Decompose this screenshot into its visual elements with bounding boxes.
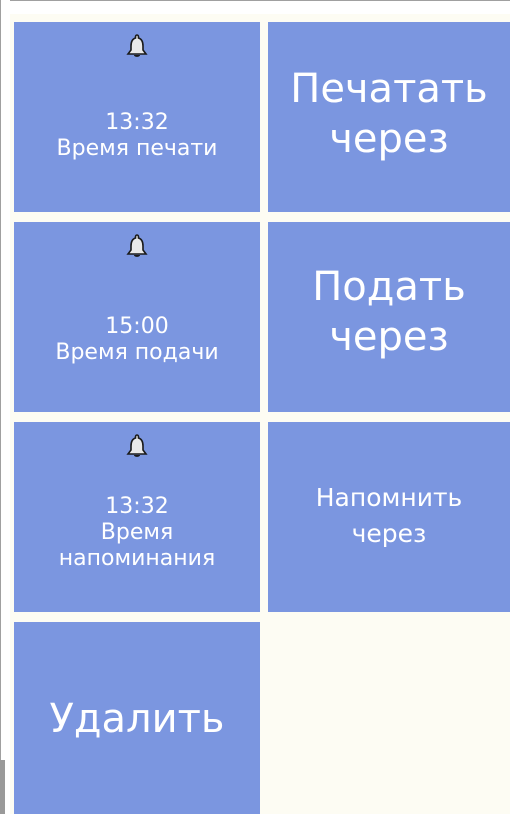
window-left-border <box>0 0 10 814</box>
bell-icon <box>126 434 148 457</box>
remind-time-label-line1: Время <box>100 520 174 545</box>
print-after-label-line2: через <box>329 116 449 162</box>
print-after-button[interactable]: Печатать через <box>268 22 510 212</box>
remind-after-button[interactable]: Напомнить через <box>268 422 510 612</box>
window-top-border <box>0 0 510 14</box>
bell-icon <box>126 34 148 57</box>
window-left-scroll-edge <box>0 760 5 814</box>
serve-time-value: 15:00 <box>105 314 169 339</box>
serve-after-label-line2: через <box>329 314 449 360</box>
remind-time-tile[interactable]: 13:32 Время напоминания <box>14 422 260 612</box>
print-after-label-line1: Печатать <box>290 66 488 112</box>
serve-after-button[interactable]: Подать через <box>268 222 510 412</box>
delete-label: Удалить <box>49 696 225 742</box>
remind-after-label-line2: через <box>351 519 427 548</box>
remind-time-value: 13:32 <box>105 494 169 519</box>
remind-time-label-line2: напоминания <box>58 546 216 571</box>
print-time-label: Время печати <box>56 136 218 161</box>
print-time-value: 13:32 <box>105 110 169 135</box>
remind-after-label-line1: Напомнить <box>315 483 463 512</box>
serve-time-label: Время подачи <box>55 340 219 365</box>
bell-icon <box>126 234 148 257</box>
serve-time-tile[interactable]: 15:00 Время подачи <box>14 222 260 412</box>
print-time-tile[interactable]: 13:32 Время печати <box>14 22 260 212</box>
delete-button[interactable]: Удалить <box>14 622 260 814</box>
empty-area <box>268 622 510 814</box>
serve-after-label-line1: Подать <box>312 264 466 310</box>
